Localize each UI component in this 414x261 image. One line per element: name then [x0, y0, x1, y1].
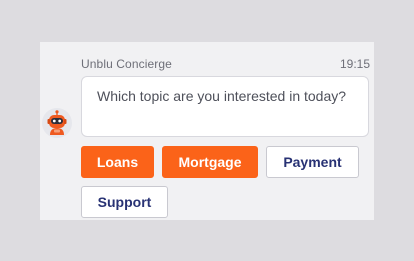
message-bubble: Which topic are you interested in today?	[81, 76, 369, 137]
chat-panel: Unblu Concierge 19:15 Which topic are yo…	[40, 42, 374, 220]
message-text: Which topic are you interested in today?	[97, 88, 347, 104]
message-timestamp: 19:15	[339, 57, 370, 71]
payment-button[interactable]: Payment	[266, 146, 359, 178]
avatar	[42, 108, 72, 138]
sender-name: Unblu Concierge	[81, 57, 172, 71]
robot-icon	[42, 108, 72, 138]
mortgage-button[interactable]: Mortgage	[162, 146, 258, 178]
support-button[interactable]: Support	[81, 186, 168, 218]
loans-button[interactable]: Loans	[81, 146, 154, 178]
message-header: Unblu Concierge 19:15	[81, 57, 370, 71]
